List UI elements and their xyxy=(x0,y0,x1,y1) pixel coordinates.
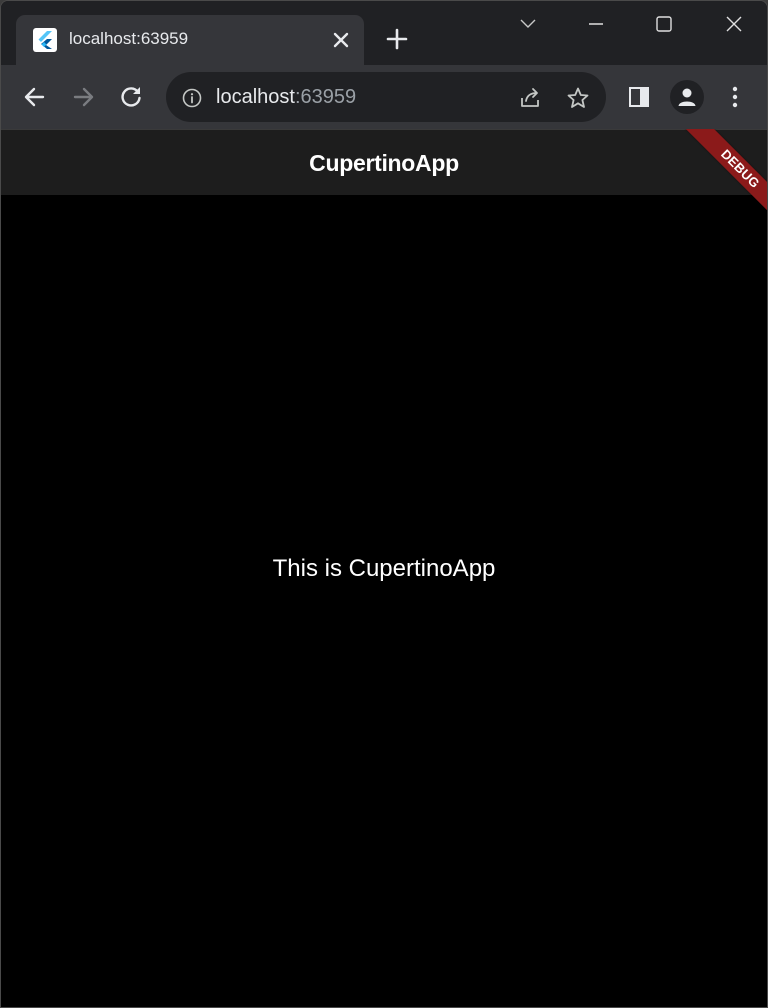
flutter-icon xyxy=(33,28,57,52)
window-close-icon[interactable] xyxy=(719,11,749,37)
minimize-icon[interactable] xyxy=(581,11,611,37)
profile-icon[interactable] xyxy=(670,80,704,114)
url-text: localhost:63959 xyxy=(216,86,356,109)
address-bar[interactable]: localhost:63959 xyxy=(166,72,606,122)
info-icon[interactable] xyxy=(182,88,202,108)
forward-icon[interactable] xyxy=(69,83,97,111)
url-port: :63959 xyxy=(294,86,357,108)
url-host: localhost xyxy=(216,86,295,108)
side-panel-icon[interactable] xyxy=(627,85,651,109)
maximize-icon[interactable] xyxy=(649,11,679,37)
tab-title: localhost:63959 xyxy=(69,29,189,48)
browser-tab[interactable]: localhost:63959 xyxy=(16,15,364,65)
more-vert-icon[interactable] xyxy=(723,85,747,109)
app-viewport: CupertinoApp This is CupertinoApp DEBUG xyxy=(1,129,767,1007)
browser-window: localhost:63959 localhost:63959 Cupertin… xyxy=(0,0,768,1008)
new-tab-icon[interactable] xyxy=(385,27,409,51)
back-icon[interactable] xyxy=(21,83,49,111)
star-icon[interactable] xyxy=(566,86,590,110)
cupertino-nav-bar: CupertinoApp xyxy=(1,129,767,195)
body-text: This is CupertinoApp xyxy=(272,555,496,582)
nav-title: CupertinoApp xyxy=(309,150,459,176)
close-tab-icon[interactable] xyxy=(330,29,352,51)
tab-strip: localhost:63959 xyxy=(1,1,767,65)
share-icon[interactable] xyxy=(518,86,542,110)
browser-toolbar: localhost:63959 xyxy=(1,65,767,129)
tab-search-icon[interactable] xyxy=(513,11,543,37)
reload-icon[interactable] xyxy=(117,83,145,111)
